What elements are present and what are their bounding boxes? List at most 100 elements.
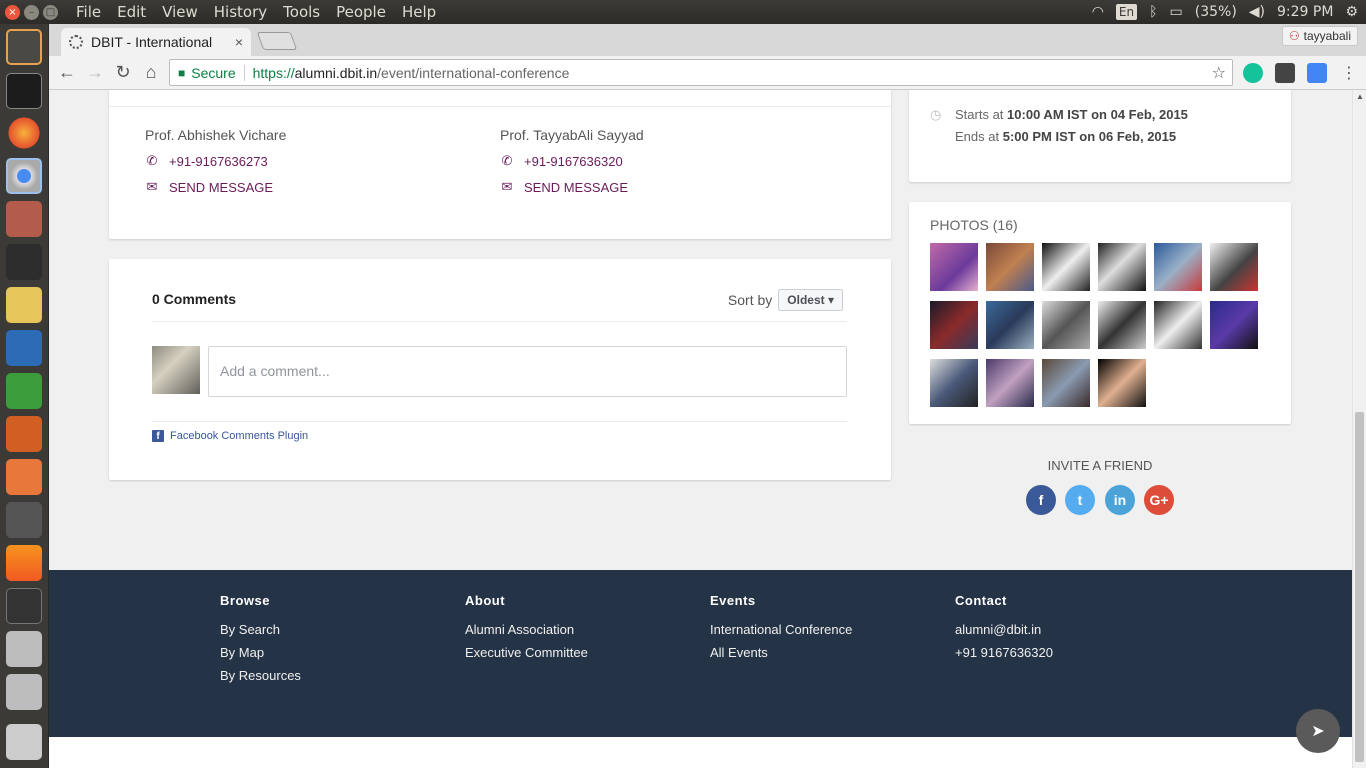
- writer-icon[interactable]: [6, 330, 42, 366]
- footer-link[interactable]: By Resources: [220, 668, 301, 683]
- footer-link[interactable]: Alumni Association: [465, 622, 588, 637]
- photo-thumbnail[interactable]: [986, 359, 1034, 407]
- contact-phone[interactable]: ✆ +91-9167636320: [500, 153, 623, 169]
- footer-link[interactable]: All Events: [710, 645, 852, 660]
- footer-link[interactable]: International Conference: [710, 622, 852, 637]
- photo-thumbnail[interactable]: [930, 243, 978, 291]
- window-maximize-button[interactable]: □: [43, 4, 58, 20]
- photo-thumbnail[interactable]: [986, 301, 1034, 349]
- send-feedback-icon[interactable]: ➤: [1296, 709, 1340, 753]
- photo-thumbnail[interactable]: [1210, 301, 1258, 349]
- photo-thumbnail[interactable]: [1154, 301, 1202, 349]
- photo-thumbnail[interactable]: [1098, 243, 1146, 291]
- menu-help[interactable]: Help: [394, 3, 444, 21]
- footer-link[interactable]: By Map: [220, 645, 301, 660]
- bluetooth-icon[interactable]: ᛒ: [1149, 4, 1157, 20]
- footer-link[interactable]: By Search: [220, 622, 301, 637]
- bookmark-star-icon[interactable]: ☆: [1212, 63, 1226, 83]
- footer-link[interactable]: Executive Committee: [465, 645, 588, 660]
- url-host: alumni.dbit.in: [294, 64, 378, 81]
- menu-view[interactable]: View: [154, 3, 206, 21]
- settings-gear-icon[interactable]: ⚙: [1345, 4, 1358, 20]
- home-icon[interactable]: ⌂: [137, 62, 165, 83]
- evernote-extension-icon[interactable]: [1275, 63, 1295, 83]
- keyboard-language-indicator[interactable]: En: [1115, 4, 1138, 20]
- page-scrollbar[interactable]: ▲: [1352, 90, 1366, 768]
- vlc-icon[interactable]: [6, 545, 42, 581]
- scroll-up-arrow-icon[interactable]: ▲: [1356, 92, 1364, 101]
- menu-history[interactable]: History: [206, 3, 275, 21]
- photo-thumbnail[interactable]: [1098, 359, 1146, 407]
- back-arrow-icon[interactable]: ←: [53, 62, 81, 83]
- impress-icon[interactable]: [6, 416, 42, 452]
- contact-phone[interactable]: ✆ +91-9167636273: [145, 153, 268, 169]
- workspace-switcher-icon[interactable]: [6, 588, 42, 624]
- plugin-label[interactable]: Facebook Comments Plugin: [170, 430, 308, 442]
- photo-thumbnail[interactable]: [930, 301, 978, 349]
- window-minimize-button[interactable]: –: [24, 4, 39, 20]
- window-close-button[interactable]: ×: [5, 4, 20, 20]
- calc-icon[interactable]: [6, 373, 42, 409]
- volume-icon[interactable]: ◀): [1249, 4, 1265, 20]
- trash-icon[interactable]: [6, 724, 42, 760]
- grammarly-extension-icon[interactable]: [1243, 63, 1263, 83]
- send-message-link[interactable]: ✉ SEND MESSAGE: [145, 179, 273, 195]
- terminal-icon[interactable]: [6, 73, 42, 109]
- drive-2-icon[interactable]: [6, 674, 42, 710]
- tab-active[interactable]: DBIT - International ×: [61, 28, 251, 56]
- send-message-label[interactable]: SEND MESSAGE: [169, 180, 273, 195]
- clock[interactable]: 9:29 PM: [1277, 4, 1333, 20]
- menu-people[interactable]: People: [328, 3, 394, 21]
- menu-file[interactable]: File: [68, 3, 109, 21]
- tab-close-icon[interactable]: ×: [235, 34, 243, 50]
- image-viewer-icon[interactable]: [6, 287, 42, 323]
- new-tab-button[interactable]: [256, 32, 298, 50]
- footer-about-title: About: [465, 593, 506, 608]
- menu-edit[interactable]: Edit: [109, 3, 154, 21]
- app-menu-bar: File Edit View History Tools People Help: [68, 3, 444, 21]
- wifi-icon[interactable]: ◠: [1092, 4, 1104, 20]
- facebook-comments-plugin[interactable]: f Facebook Comments Plugin: [152, 430, 308, 442]
- phone-number[interactable]: +91-9167636273: [169, 154, 268, 169]
- send-message-label[interactable]: SEND MESSAGE: [524, 180, 628, 195]
- send-message-link[interactable]: ✉ SEND MESSAGE: [500, 179, 628, 195]
- cast-extension-icon[interactable]: [1307, 63, 1327, 83]
- reload-icon[interactable]: ↻: [109, 62, 137, 83]
- browser-menu-icon[interactable]: ⋮: [1339, 63, 1359, 83]
- photo-thumbnail[interactable]: [1042, 301, 1090, 349]
- photo-thumbnail[interactable]: [930, 359, 978, 407]
- comments-divider: [152, 321, 847, 322]
- profile-button[interactable]: ⚇ tayyabali: [1281, 26, 1358, 46]
- ubuntu-dash-icon[interactable]: [6, 29, 42, 65]
- photo-thumbnail[interactable]: [1098, 301, 1146, 349]
- photo-thumbnail[interactable]: [1042, 243, 1090, 291]
- address-bar[interactable]: ■ Secure https:// alumni.dbit.in /event/…: [169, 59, 1233, 86]
- scrollbar-thumb[interactable]: [1355, 412, 1364, 762]
- footer-phone[interactable]: +91 9167636320: [955, 645, 1053, 660]
- file-manager-icon[interactable]: [6, 201, 42, 237]
- firefox-icon[interactable]: [6, 115, 42, 151]
- software-center-icon[interactable]: [6, 459, 42, 495]
- photo-thumbnail[interactable]: [1154, 243, 1202, 291]
- linkedin-share-icon[interactable]: in: [1105, 485, 1135, 515]
- forward-arrow-icon[interactable]: →: [81, 62, 109, 83]
- url-scheme: https://: [252, 64, 295, 81]
- photo-thumbnail[interactable]: [986, 243, 1034, 291]
- menu-tools[interactable]: Tools: [275, 3, 328, 21]
- sort-control: Sort by Oldest ▾: [728, 289, 843, 311]
- chromium-icon[interactable]: [6, 158, 42, 194]
- comment-input[interactable]: Add a comment...: [208, 346, 847, 397]
- system-monitor-icon[interactable]: [6, 244, 42, 280]
- battery-icon[interactable]: ▭: [1170, 4, 1183, 20]
- photo-thumbnail[interactable]: [1042, 359, 1090, 407]
- drive-icon[interactable]: [6, 631, 42, 667]
- sort-dropdown[interactable]: Oldest ▾: [778, 289, 843, 311]
- gimp-icon[interactable]: [6, 502, 42, 538]
- facebook-share-icon[interactable]: f: [1026, 485, 1056, 515]
- phone-number[interactable]: +91-9167636320: [524, 154, 623, 169]
- google-plus-share-icon[interactable]: G+: [1144, 485, 1174, 515]
- twitter-share-icon[interactable]: t: [1065, 485, 1095, 515]
- battery-percent[interactable]: (35%): [1195, 4, 1237, 20]
- photo-thumbnail[interactable]: [1210, 243, 1258, 291]
- footer-email[interactable]: alumni@dbit.in: [955, 622, 1053, 637]
